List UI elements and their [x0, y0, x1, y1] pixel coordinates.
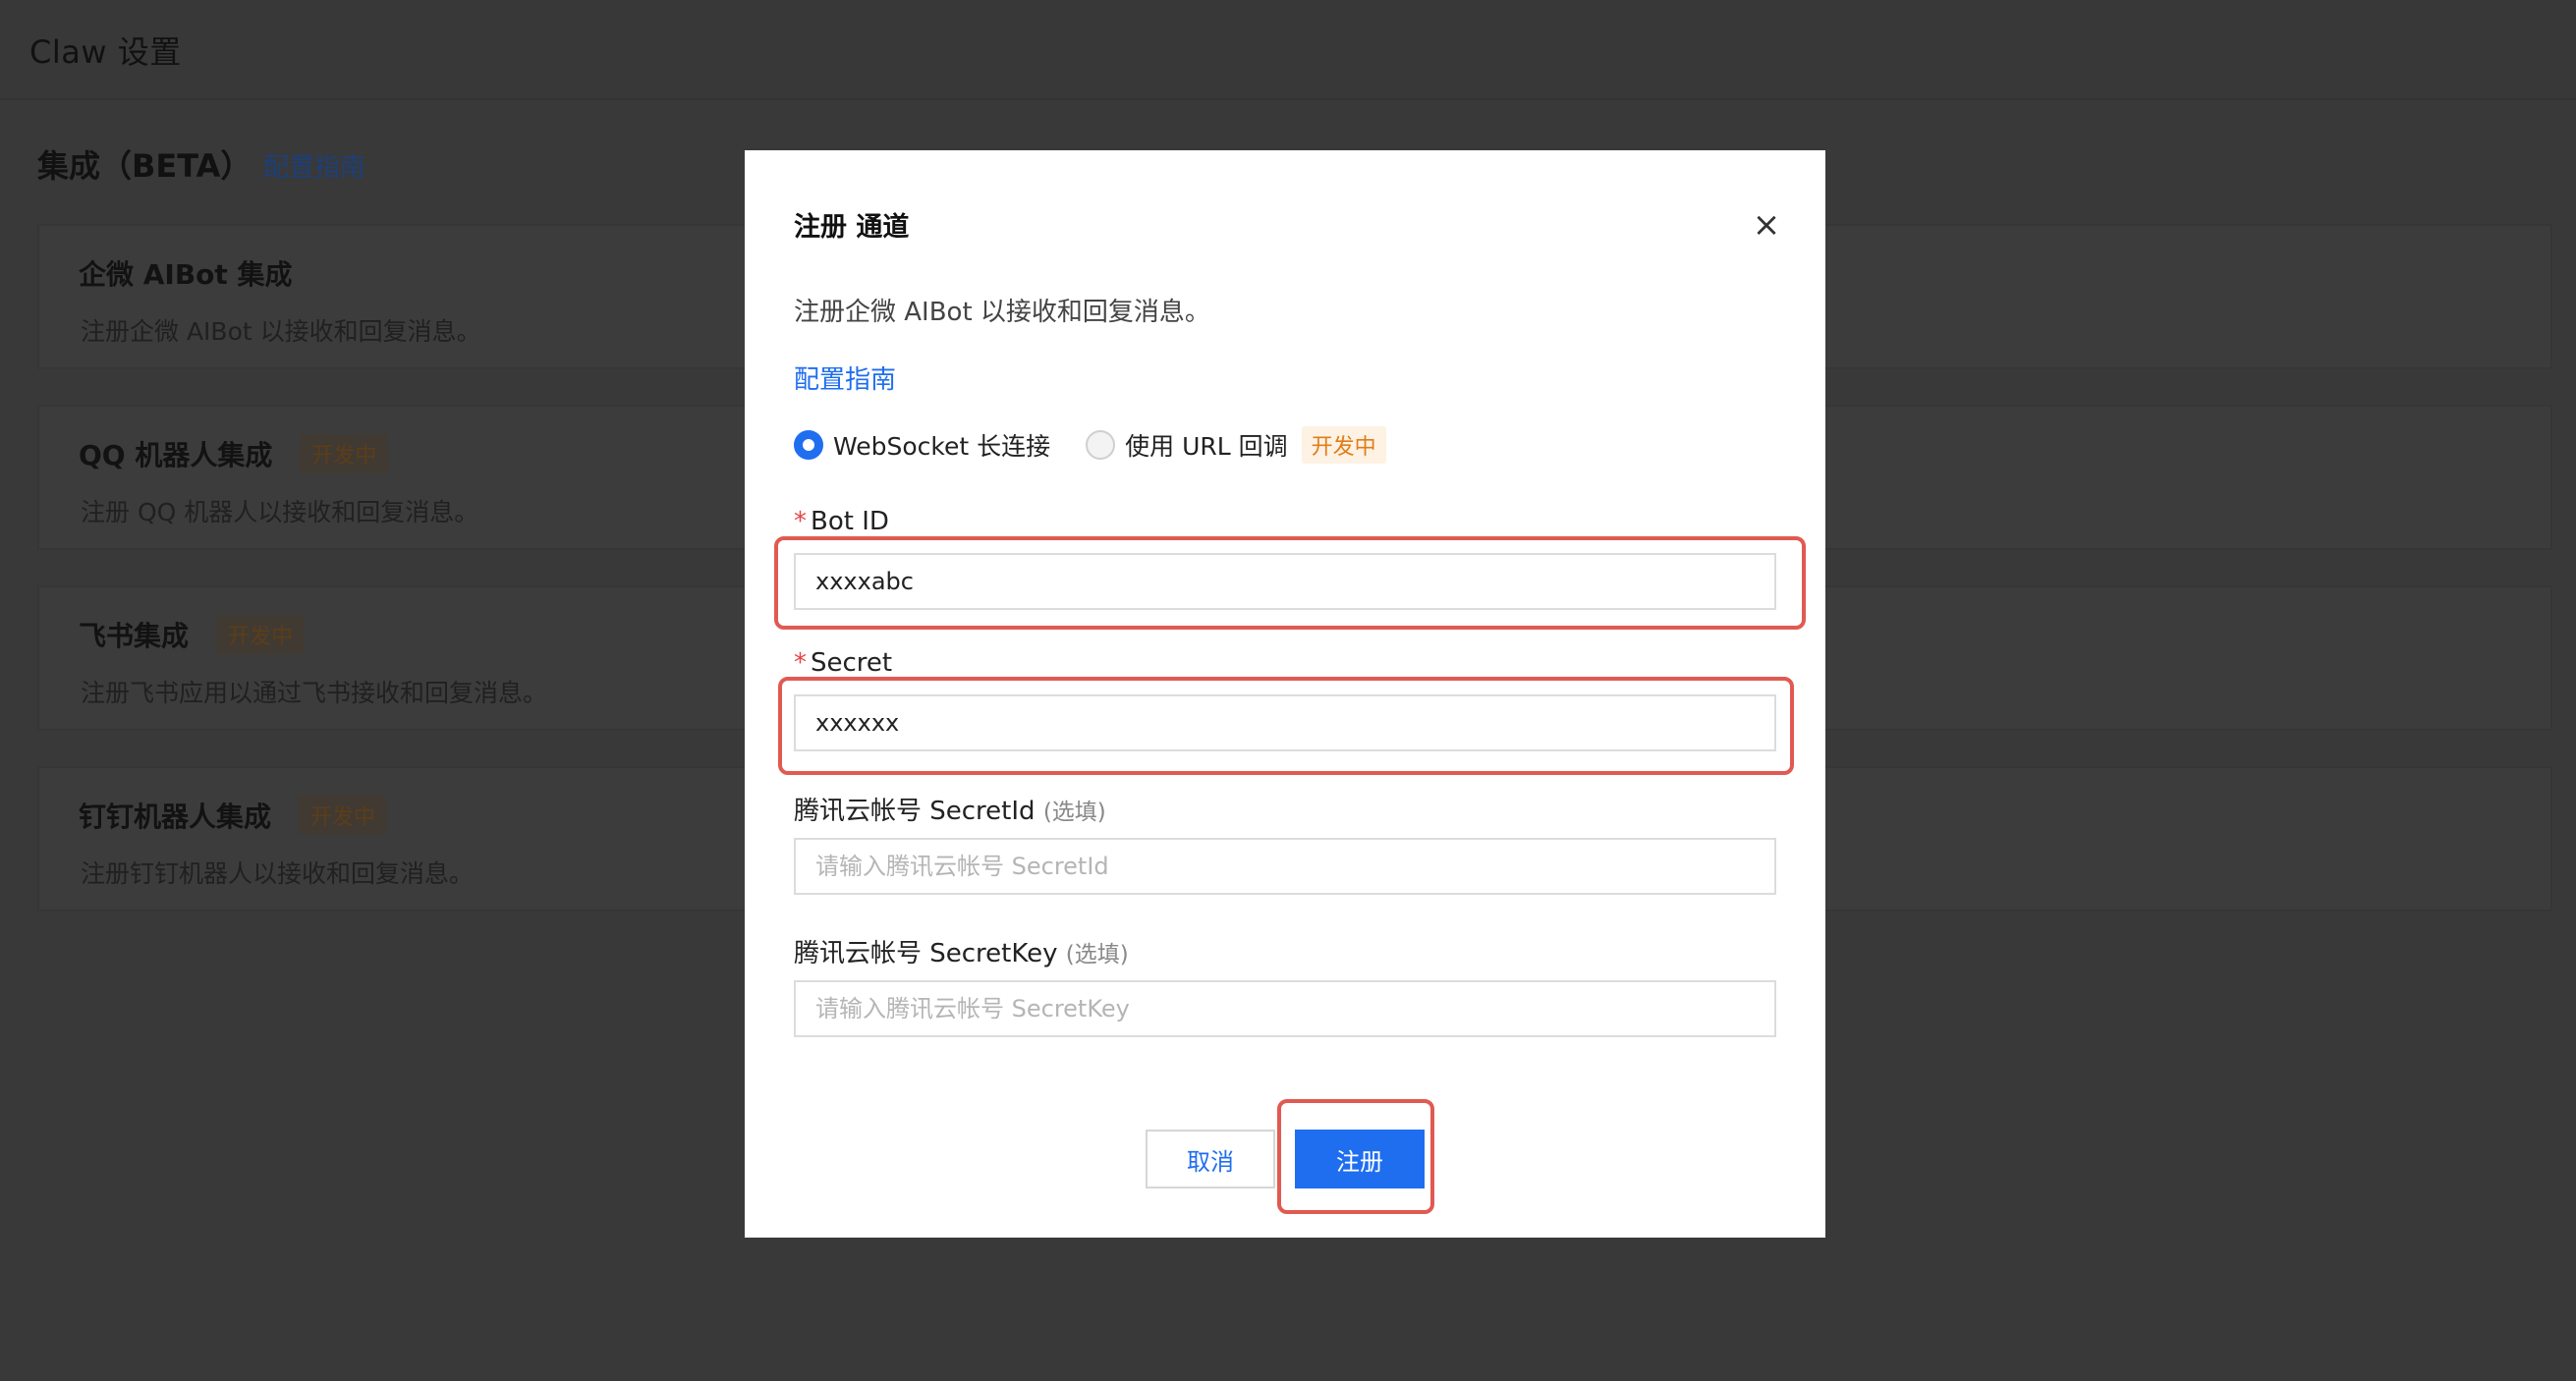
card-description: 注册企微 AIBot 以接收和回复消息。: [81, 317, 481, 346]
register-button[interactable]: 注册: [1295, 1130, 1425, 1188]
secret-label-text: Secret: [811, 648, 893, 678]
optional-hint: (选填): [1065, 942, 1129, 967]
cancel-button[interactable]: 取消: [1146, 1130, 1275, 1188]
connection-type-radio-group: WebSocket 长连接 使用 URL 回调 开发中: [794, 425, 1386, 465]
card-description: 注册钉钉机器人以接收和回复消息。: [81, 859, 475, 888]
radio-url-callback[interactable]: 使用 URL 回调 开发中: [1086, 426, 1386, 464]
register-channel-dialog: 注册 通道 × 注册企微 AIBot 以接收和回复消息。 配置指南 WebSoc…: [745, 150, 1825, 1238]
secret-id-label: 腾讯云帐号 SecretId (选填): [794, 791, 1106, 827]
bot-id-input[interactable]: [794, 553, 1776, 610]
dev-status-badge: 开发中: [1301, 426, 1386, 464]
radio-unchecked-icon: [1086, 430, 1116, 460]
required-mark: *: [794, 507, 807, 536]
secret-input[interactable]: [794, 694, 1776, 751]
secret-key-label-text: 腾讯云帐号 SecretKey: [794, 939, 1058, 968]
dev-status-badge: 开发中: [299, 796, 388, 835]
card-description: 注册飞书应用以通过飞书接收和回复消息。: [81, 679, 548, 707]
card-title: 飞书集成 开发中: [79, 615, 306, 654]
required-mark: *: [794, 648, 807, 678]
close-icon[interactable]: ×: [1747, 205, 1786, 245]
app-title: Claw 设置: [29, 33, 182, 71]
section-title: 集成（BETA）: [37, 147, 252, 185]
radio-label: WebSocket 长连接: [833, 432, 1051, 461]
card-title-text: 飞书集成: [79, 620, 190, 652]
optional-hint: (选填): [1042, 800, 1106, 825]
radio-websocket[interactable]: WebSocket 长连接: [794, 427, 1050, 463]
card-title: QQ 机器人集成 开发中: [79, 434, 389, 473]
card-title-text: 钉钉机器人集成: [79, 801, 272, 833]
secret-id-label-text: 腾讯云帐号 SecretId: [794, 797, 1036, 826]
card-title: 企微 AIBot 集成: [79, 253, 293, 293]
dialog-description: 注册企微 AIBot 以接收和回复消息。: [794, 298, 1210, 327]
dev-status-badge: 开发中: [300, 434, 389, 473]
radio-checked-icon: [794, 430, 823, 460]
dialog-title: 注册 通道: [794, 212, 910, 243]
secret-key-label: 腾讯云帐号 SecretKey (选填): [794, 933, 1129, 969]
secret-key-input[interactable]: [794, 980, 1776, 1037]
card-title-text: 企微 AIBot 集成: [79, 258, 293, 291]
dialog-config-guide-link[interactable]: 配置指南: [794, 359, 896, 396]
config-guide-link[interactable]: 配置指南: [263, 147, 365, 184]
card-title-text: QQ 机器人集成: [79, 439, 273, 471]
bot-id-label: * Bot ID: [794, 507, 889, 536]
card-description: 注册 QQ 机器人以接收和回复消息。: [81, 498, 479, 526]
radio-label: 使用 URL 回调: [1125, 432, 1288, 461]
secret-label: * Secret: [794, 648, 892, 678]
dev-status-badge: 开发中: [216, 615, 306, 654]
secret-id-input[interactable]: [794, 838, 1776, 895]
top-bar: Claw 设置: [0, 0, 2576, 100]
bot-id-label-text: Bot ID: [811, 507, 889, 536]
card-title: 钉钉机器人集成 开发中: [79, 796, 388, 835]
